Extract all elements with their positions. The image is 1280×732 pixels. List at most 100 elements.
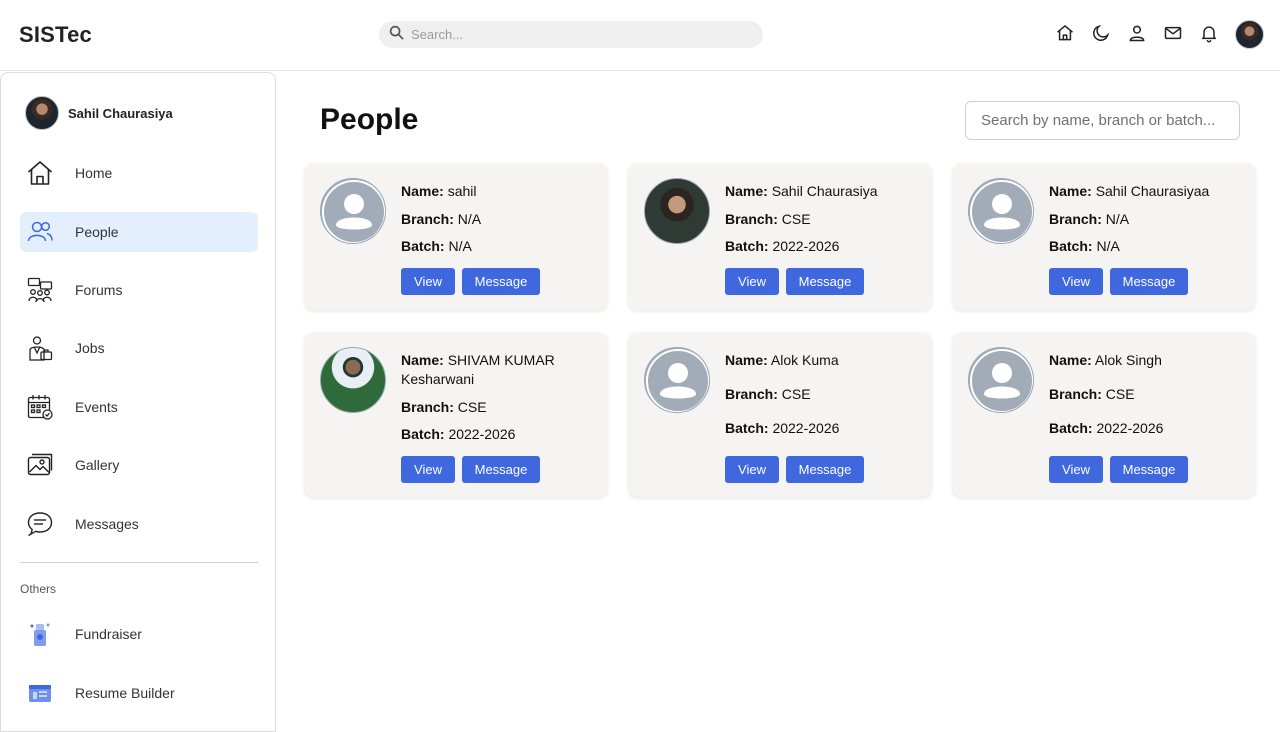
message-button[interactable]: Message — [462, 456, 540, 483]
jobs-icon — [26, 334, 54, 362]
global-search[interactable]: Search... — [379, 21, 763, 48]
user-icon[interactable] — [1126, 22, 1148, 44]
name-label: Name: — [725, 183, 768, 199]
sidebar-item-forums[interactable]: Forums — [20, 270, 258, 310]
sidebar-item-home[interactable]: Home — [20, 153, 258, 193]
person-name: Name: sahil — [401, 182, 591, 201]
person-batch: Batch: 2022-2026 — [1049, 419, 1239, 438]
message-button[interactable]: Message — [1110, 456, 1188, 483]
message-button[interactable]: Message — [786, 456, 864, 483]
person-branch: Branch: N/A — [1049, 210, 1239, 229]
person-name: Name: Alok Singh — [1049, 351, 1239, 370]
people-icon — [26, 218, 54, 246]
default-avatar-icon — [644, 347, 710, 413]
name-label: Name: — [1049, 352, 1092, 368]
sidebar: Sahil Chaurasiya Home People Forums Jobs… — [0, 72, 276, 732]
sidebar-item-label: Home — [75, 165, 113, 181]
gallery-icon — [26, 451, 54, 479]
person-batch: Batch: 2022-2026 — [725, 237, 915, 256]
top-bar: SISTec Search... — [0, 0, 1280, 71]
sidebar-item-people[interactable]: People — [20, 212, 258, 252]
sidebar-item-messages[interactable]: Messages — [20, 504, 258, 544]
name-label: Name: — [401, 352, 444, 368]
person-name: Name: SHIVAM KUMAR Kesharwani — [401, 351, 591, 389]
sidebar-item-events[interactable]: Events — [20, 387, 258, 427]
forums-icon — [26, 276, 54, 304]
person-branch: Branch: CSE — [401, 398, 591, 417]
default-avatar-icon — [968, 178, 1034, 244]
person-card: Name: sahil Branch: N/A Batch: N/A View … — [305, 164, 607, 310]
sidebar-item-gallery[interactable]: Gallery — [20, 445, 258, 485]
branch-value: N/A — [457, 211, 482, 227]
sidebar-item-label: Gallery — [75, 457, 120, 473]
person-branch: Branch: CSE — [725, 210, 915, 229]
mail-icon[interactable] — [1162, 22, 1184, 44]
profile-avatar[interactable] — [1235, 20, 1264, 49]
resume-builder-icon — [26, 679, 54, 707]
person-name: Name: Sahil Chaurasiyaa — [1049, 182, 1239, 201]
view-button[interactable]: View — [725, 268, 779, 295]
home-icon[interactable] — [1054, 22, 1076, 44]
default-avatar-icon — [320, 178, 386, 244]
batch-value: 2022-2026 — [1096, 420, 1164, 436]
view-button[interactable]: View — [1049, 456, 1103, 483]
sidebar-user[interactable]: Sahil Chaurasiya — [25, 96, 173, 130]
branch-value: CSE — [781, 211, 811, 227]
branch-label: Branch: — [725, 211, 778, 227]
default-avatar-icon — [968, 347, 1034, 413]
search-icon — [389, 25, 404, 45]
branch-value: CSE — [1105, 386, 1135, 402]
sidebar-item-label: Jobs — [75, 340, 105, 356]
batch-label: Batch: — [725, 420, 769, 436]
batch-value: 2022-2026 — [772, 238, 840, 254]
person-batch: Batch: N/A — [1049, 237, 1239, 256]
moon-icon[interactable] — [1090, 22, 1112, 44]
calendar-icon — [26, 393, 54, 421]
sidebar-item-jobs[interactable]: Jobs — [20, 328, 258, 368]
batch-label: Batch: — [725, 238, 769, 254]
view-button[interactable]: View — [401, 456, 455, 483]
bell-icon[interactable] — [1198, 22, 1220, 44]
batch-label: Batch: — [401, 238, 445, 254]
branch-label: Branch: — [401, 399, 454, 415]
person-batch: Batch: 2022-2026 — [401, 425, 591, 444]
view-button[interactable]: View — [1049, 268, 1103, 295]
sidebar-item-label: Fundraiser — [75, 626, 142, 642]
sidebar-item-label: Resume Builder — [75, 685, 175, 701]
person-card: Name: Sahil Chaurasiya Branch: CSE Batch… — [629, 164, 931, 310]
name-value: Alok Singh — [1094, 352, 1162, 368]
name-label: Name: — [401, 183, 444, 199]
message-button[interactable]: Message — [786, 268, 864, 295]
batch-label: Batch: — [401, 426, 445, 442]
batch-value: 2022-2026 — [448, 426, 516, 442]
view-button[interactable]: View — [725, 456, 779, 483]
sidebar-item-label: People — [75, 224, 119, 240]
message-button[interactable]: Message — [1110, 268, 1188, 295]
sidebar-item-resume-builder[interactable]: Resume Builder — [20, 673, 258, 713]
batch-value: N/A — [1096, 238, 1120, 254]
batch-label: Batch: — [1049, 420, 1093, 436]
name-value: Sahil Chaurasiya — [771, 183, 878, 199]
people-search-input[interactable] — [965, 101, 1240, 140]
person-branch: Branch: CSE — [1049, 385, 1239, 404]
brand-logo[interactable]: SISTec — [19, 22, 92, 48]
sidebar-item-fundraiser[interactable]: Fundraiser — [20, 614, 258, 654]
batch-value: N/A — [448, 238, 472, 254]
batch-label: Batch: — [1049, 238, 1093, 254]
person-batch: Batch: 2022-2026 — [725, 419, 915, 438]
name-label: Name: — [1049, 183, 1092, 199]
person-card: Name: Alok Singh Branch: CSE Batch: 2022… — [953, 333, 1255, 497]
view-button[interactable]: View — [401, 268, 455, 295]
branch-value: CSE — [781, 386, 811, 402]
global-search-placeholder[interactable]: Search... — [411, 27, 463, 42]
sidebar-item-label: Events — [75, 399, 118, 415]
person-card: Name: SHIVAM KUMAR Kesharwani Branch: CS… — [305, 333, 607, 497]
branch-value: CSE — [457, 399, 487, 415]
branch-label: Branch: — [1049, 386, 1102, 402]
message-button[interactable]: Message — [462, 268, 540, 295]
person-card: Name: Alok Kuma Branch: CSE Batch: 2022-… — [629, 333, 931, 497]
sidebar-item-label: Messages — [75, 516, 139, 532]
branch-label: Branch: — [401, 211, 454, 227]
avatar — [644, 178, 710, 244]
person-branch: Branch: CSE — [725, 385, 915, 404]
